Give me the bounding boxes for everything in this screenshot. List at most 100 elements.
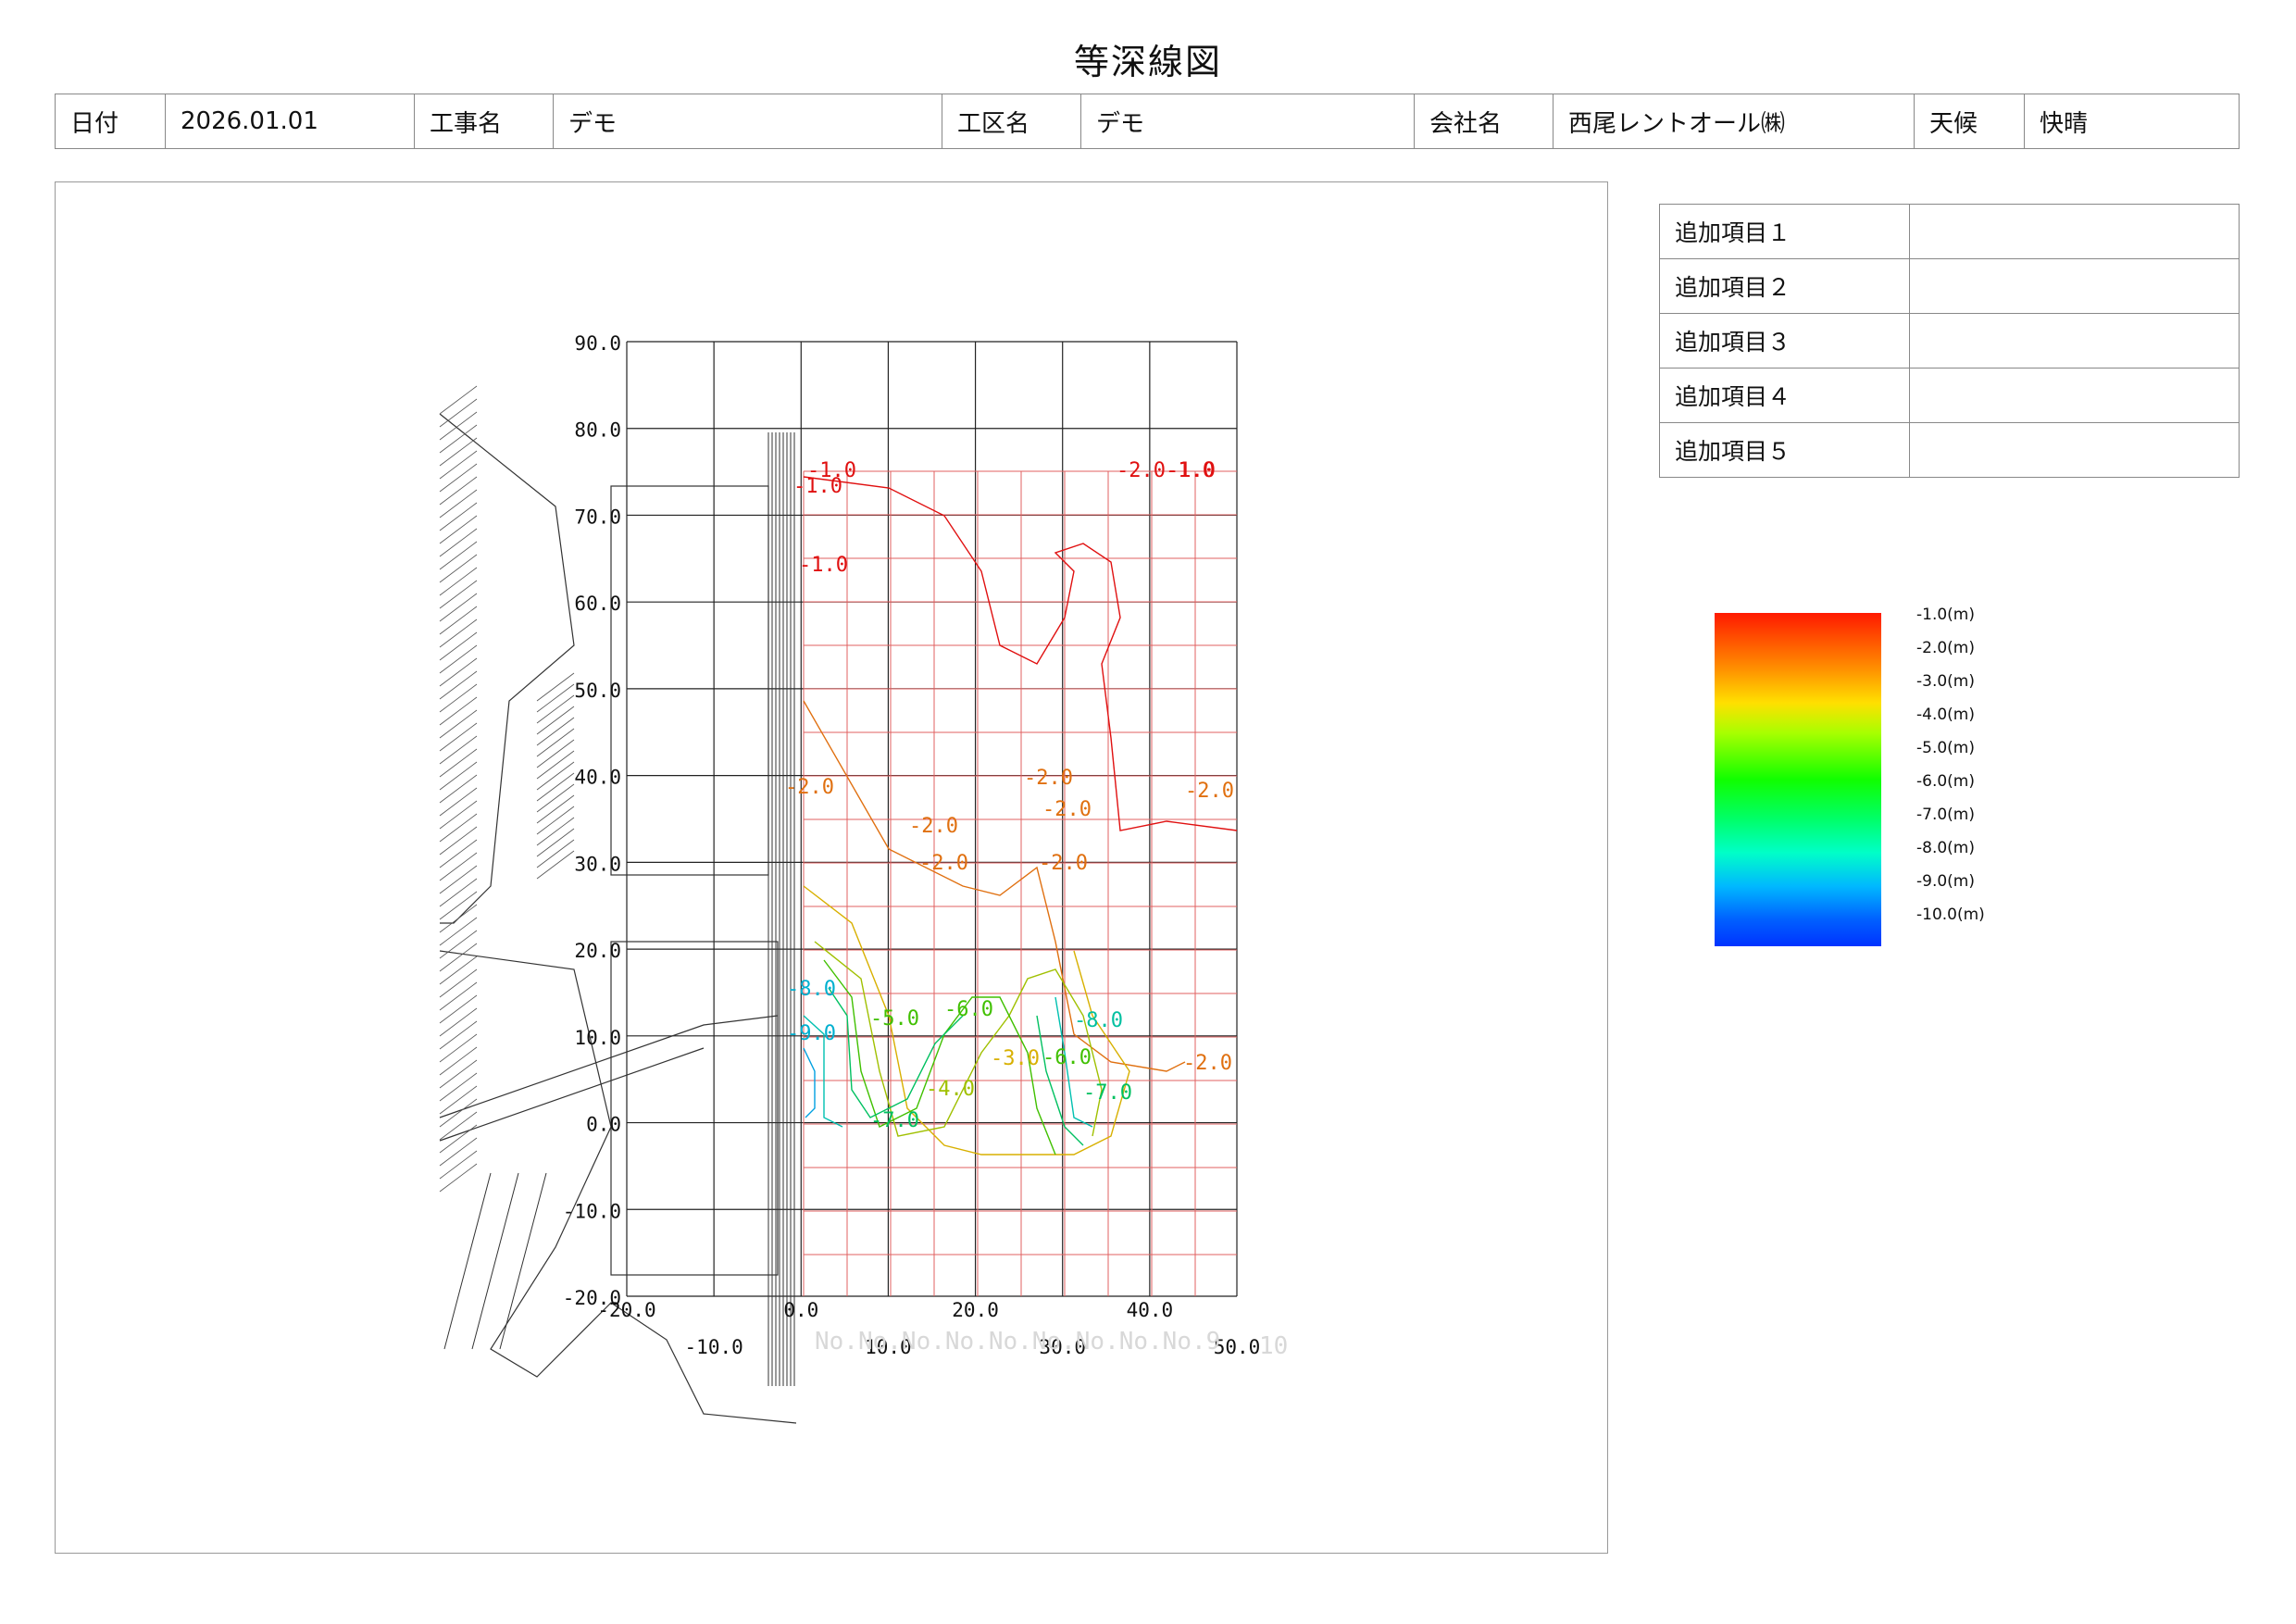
hatch-line <box>439 800 478 830</box>
y-axis-tick-label: 20.0 <box>574 940 621 962</box>
legend-label: -7.0(m) <box>1916 806 1975 824</box>
hatch-line <box>536 683 575 713</box>
legend-label: -9.0(m) <box>1916 872 1975 891</box>
contour-label: -7.0 <box>1083 1081 1132 1105</box>
hatch-line <box>439 606 478 635</box>
contour-label: -1.0 <box>793 475 842 498</box>
contour-label: -7.0 <box>870 1109 919 1132</box>
y-axis-tick-label: 80.0 <box>574 419 621 442</box>
hatch-line <box>439 411 478 441</box>
hatch-line <box>439 489 478 518</box>
hatch-line <box>439 761 478 791</box>
hatch-line <box>439 943 478 972</box>
hatch-line <box>439 476 478 506</box>
depth-map-frame: -1.0 -1.0 -1.0 -2.0-1.0 -1.0 -2.0 -2.0 -2.0 -2.0… <box>55 181 1608 1554</box>
hatch-line <box>536 839 575 868</box>
extra-item-value <box>1909 368 2240 423</box>
project-label: 工事名 <box>414 94 554 149</box>
hatch-line <box>439 554 478 583</box>
hatch-line <box>439 774 478 804</box>
hatch-line <box>439 1007 478 1037</box>
hatch-line <box>439 709 478 739</box>
extra-item-value <box>1909 313 2240 369</box>
extra-item-row: 追加項目５ <box>1659 422 2240 478</box>
contour-label: -9.0 <box>787 1022 836 1045</box>
legend-label: -2.0(m) <box>1916 639 1975 657</box>
contour-label: -2.0 <box>785 776 834 799</box>
hatch-line <box>439 437 478 467</box>
hatch-line <box>536 761 575 791</box>
hatch-line <box>439 826 478 856</box>
hatch-line <box>439 1150 478 1180</box>
hatch-line <box>439 722 478 752</box>
hatch-line <box>439 618 478 648</box>
hatch-line <box>536 728 575 757</box>
hatch-line <box>439 852 478 881</box>
contour-label: -2.0 <box>909 815 958 838</box>
y-axis-tick-label: -10.0 <box>563 1200 621 1222</box>
y-axis-tick-label: 30.0 <box>574 853 621 875</box>
hatch-line <box>536 817 575 846</box>
hatch-line <box>536 672 575 702</box>
hatch-line <box>439 865 478 894</box>
legend-label: -3.0(m) <box>1916 672 1975 691</box>
y-axis-tick-label: 60.0 <box>574 593 621 615</box>
hatch-line <box>536 783 575 813</box>
y-axis-tick-label: 50.0 <box>574 680 621 702</box>
project-value: デモ <box>553 94 942 149</box>
hatch-line <box>536 739 575 768</box>
hatch-line <box>439 1046 478 1076</box>
legend-label: -5.0(m) <box>1916 739 1975 757</box>
x-axis-tick-label: 40.0 <box>1127 1299 1174 1321</box>
pile-line <box>443 1172 547 1350</box>
x-axis-tick-label: -10.0 <box>685 1336 743 1358</box>
legend-label: -10.0(m) <box>1916 906 1985 924</box>
hatch-line <box>439 541 478 570</box>
hatch-line <box>439 1163 478 1193</box>
hatch-line <box>439 567 478 596</box>
extra-item-row: 追加項目４ <box>1659 368 2240 423</box>
x-axis-tick-label: -20.0 <box>597 1299 655 1321</box>
hatch-line <box>439 956 478 985</box>
contour-label: -2.0 <box>1042 798 1092 821</box>
weather-label: 天候 <box>1914 94 2025 149</box>
hatch-line <box>536 717 575 746</box>
hatch-line <box>439 748 478 778</box>
hatch-line <box>439 994 478 1024</box>
hatch-line <box>536 794 575 824</box>
depth-contour <box>803 476 1238 831</box>
hatch-line <box>439 463 478 493</box>
company-value: 西尾レントオール㈱ <box>1553 94 1915 149</box>
y-axis-tick-label: 40.0 <box>574 767 621 789</box>
hatch-line <box>536 750 575 780</box>
hatch-line <box>439 968 478 998</box>
hatch-line <box>536 828 575 857</box>
hatch-line <box>439 930 478 959</box>
depth-contour <box>803 1047 816 1118</box>
contour-label: -8.0 <box>1074 1009 1123 1032</box>
hatch-line <box>439 398 478 428</box>
extra-items-table: 追加項目１ 追加項目２ 追加項目３ 追加項目４ 追加項目５ <box>1659 204 2240 478</box>
hatch-line <box>439 1059 478 1089</box>
hatch-line <box>536 706 575 735</box>
hatch-line <box>439 1137 478 1167</box>
hatch-line <box>439 683 478 713</box>
legend-color-bar <box>1715 613 1881 946</box>
hatch-line <box>439 1072 478 1102</box>
extra-item-value <box>1909 204 2240 259</box>
hatch-line <box>536 694 575 724</box>
hatch-line <box>536 850 575 880</box>
x-axis-tick-label: 20.0 <box>952 1299 999 1321</box>
depth-contour <box>803 700 1186 1072</box>
extra-item-value <box>1909 422 2240 478</box>
hatch-line <box>439 917 478 946</box>
hatch-line <box>439 631 478 661</box>
extra-item-value <box>1909 258 2240 314</box>
extra-item-label: 追加項目２ <box>1659 258 1910 314</box>
x-axis-tick-label: 50.0 <box>1214 1336 1261 1358</box>
contour-label: -2.0 <box>1039 852 1088 875</box>
y-axis-tick-label: 90.0 <box>574 332 621 355</box>
contour-label: -6.0 <box>1042 1046 1092 1069</box>
hatch-line <box>439 904 478 933</box>
contour-label: -2.0 <box>1183 1052 1232 1075</box>
